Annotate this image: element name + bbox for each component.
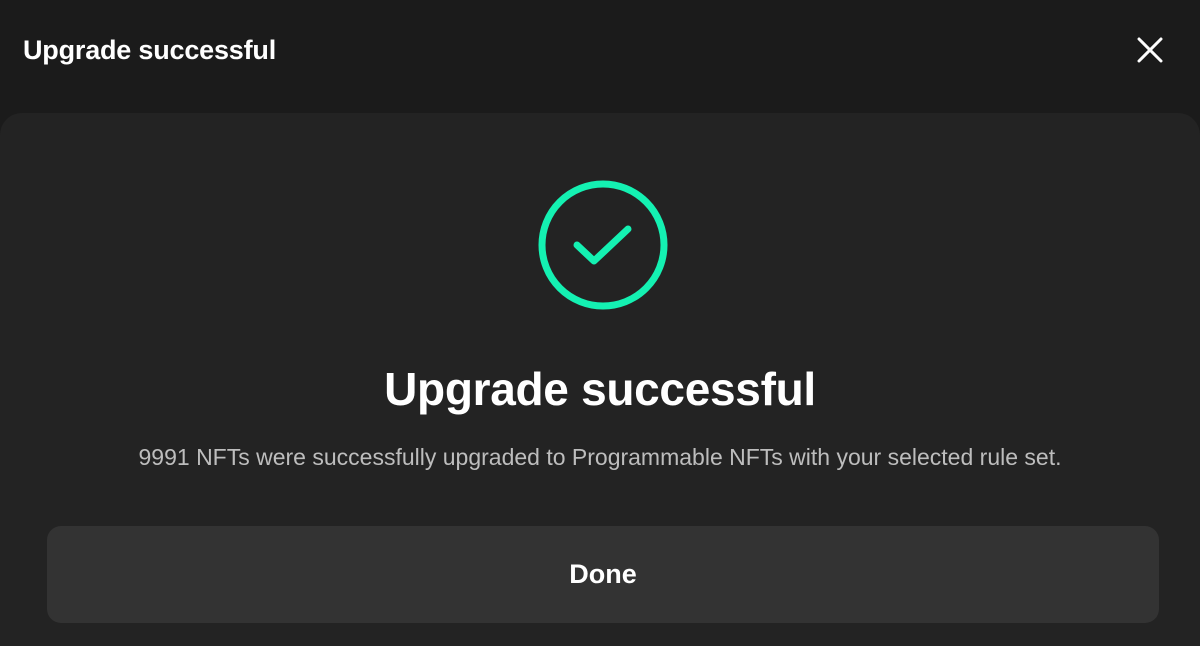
dialog-body: Upgrade successful 9991 NFTs were succes… (0, 113, 1200, 646)
upgrade-success-dialog: Upgrade successful Upgrade successful 99… (0, 0, 1200, 646)
dialog-title: Upgrade successful (23, 35, 276, 65)
close-icon (1137, 37, 1163, 63)
check-circle-icon (537, 179, 669, 311)
close-button[interactable] (1130, 30, 1170, 70)
dialog-header: Upgrade successful (0, 0, 1200, 100)
success-heading: Upgrade successful (384, 363, 816, 415)
done-button-label: Done (569, 559, 637, 589)
done-button[interactable]: Done (47, 526, 1159, 623)
success-message: 9991 NFTs were successfully upgraded to … (138, 444, 1062, 470)
